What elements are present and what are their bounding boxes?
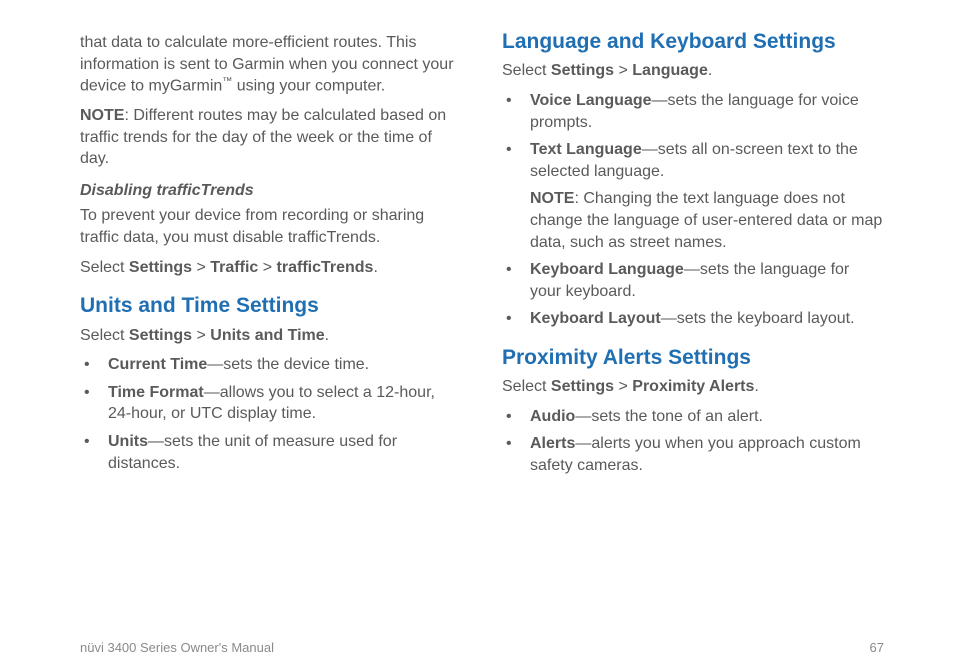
path-line-units: Select Settings > Units and Time. [80, 325, 462, 347]
select-prefix-u: Select [80, 327, 129, 344]
period1: . [373, 259, 377, 276]
period3: . [708, 62, 712, 79]
footer-title: nüvi 3400 Series Owner's Manual [80, 640, 274, 655]
item-desc: —sets the unit of measure used for dista… [108, 433, 397, 472]
left-column: that data to calculate more-efficient ro… [80, 28, 462, 600]
lang-list-b: Keyboard Language—sets the language for … [502, 259, 884, 330]
sep1: > [192, 259, 210, 276]
path-lang: Language [632, 62, 708, 79]
path-settings-p: Settings [551, 378, 614, 395]
item-desc: —alerts you when you approach custom saf… [530, 435, 861, 474]
sep3: > [192, 327, 210, 344]
page-footer: nüvi 3400 Series Owner's Manual 67 [0, 640, 954, 655]
item-term: Audio [530, 408, 575, 425]
item-term: Keyboard Language [530, 261, 684, 278]
intro-paragraph: that data to calculate more-efficient ro… [80, 32, 462, 97]
heading-lang-keyboard: Language and Keyboard Settings [502, 28, 884, 56]
item-term: Units [108, 433, 148, 450]
period2: . [325, 327, 329, 344]
lang-list: Voice Language—sets the language for voi… [502, 90, 884, 182]
path-tt: trafficTrends [277, 259, 374, 276]
path-ut: Units and Time [210, 327, 324, 344]
trademark: ™ [222, 76, 232, 87]
list-item: Units—sets the unit of measure used for … [80, 431, 462, 474]
units-list: Current Time—sets the device time. Time … [80, 354, 462, 474]
lang-note: NOTE: Changing the text language does no… [502, 188, 884, 253]
lang-note-label: NOTE [530, 190, 574, 207]
note-paragraph: NOTE: Different routes may be calculated… [80, 105, 462, 170]
subheading-text: To prevent your device from recording or… [80, 205, 462, 248]
list-item: Keyboard Language—sets the language for … [502, 259, 884, 302]
select-prefix-p: Select [502, 378, 551, 395]
heading-proximity: Proximity Alerts Settings [502, 344, 884, 372]
list-item: Text Language—sets all on-screen text to… [502, 139, 884, 182]
select-prefix: Select [80, 259, 129, 276]
path-line-traffic: Select Settings > Traffic > trafficTrend… [80, 257, 462, 279]
path-line-lang: Select Settings > Language. [502, 60, 884, 82]
item-desc: —sets the tone of an alert. [575, 408, 763, 425]
list-item: Voice Language—sets the language for voi… [502, 90, 884, 133]
item-desc: —sets the device time. [207, 356, 369, 373]
path-settings-l: Settings [551, 62, 614, 79]
prox-list: Audio—sets the tone of an alert. Alerts—… [502, 406, 884, 477]
note-label: NOTE [80, 107, 124, 124]
note-text: : Different routes may be calculated bas… [80, 107, 446, 167]
page-number: 67 [870, 640, 884, 655]
item-desc: —sets the keyboard layout. [661, 310, 855, 327]
heading-units-time: Units and Time Settings [80, 292, 462, 320]
item-term: Alerts [530, 435, 575, 452]
lang-note-text: : Changing the text language does not ch… [530, 190, 882, 250]
page-body: that data to calculate more-efficient ro… [0, 0, 954, 640]
item-term: Keyboard Layout [530, 310, 661, 327]
item-term: Current Time [108, 356, 207, 373]
item-term: Text Language [530, 141, 642, 158]
path-traffic: Traffic [210, 259, 258, 276]
sep5: > [614, 378, 632, 395]
path-pa: Proximity Alerts [632, 378, 754, 395]
item-term: Voice Language [530, 92, 652, 109]
list-item: Audio—sets the tone of an alert. [502, 406, 884, 428]
list-item: Alerts—alerts you when you approach cust… [502, 433, 884, 476]
path-settings-u: Settings [129, 327, 192, 344]
right-column: Language and Keyboard Settings Select Se… [502, 28, 884, 600]
path-line-prox: Select Settings > Proximity Alerts. [502, 376, 884, 398]
list-item: Current Time—sets the device time. [80, 354, 462, 376]
sep2: > [258, 259, 276, 276]
select-prefix-l: Select [502, 62, 551, 79]
subheading-disabling: Disabling trafficTrends [80, 180, 462, 202]
intro-text-b: using your computer. [232, 78, 385, 95]
list-item: Time Format—allows you to select a 12-ho… [80, 382, 462, 425]
item-term: Time Format [108, 384, 204, 401]
period4: . [754, 378, 758, 395]
list-item: Keyboard Layout—sets the keyboard layout… [502, 308, 884, 330]
sep4: > [614, 62, 632, 79]
path-settings: Settings [129, 259, 192, 276]
